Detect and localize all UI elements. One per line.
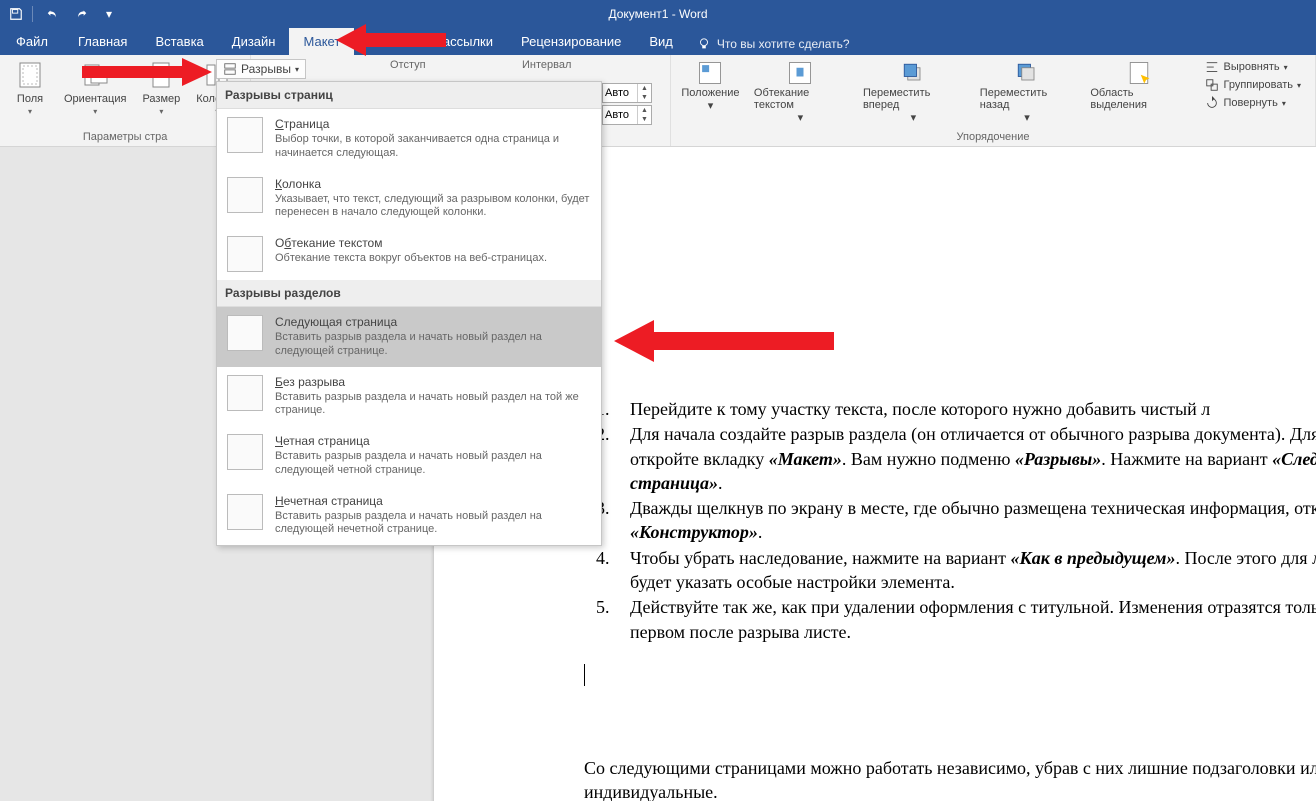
breaks-dropdown-menu: Разрывы страниц СтраницаВыбор точки, в к… [216, 81, 602, 546]
spin-down-icon[interactable]: ▼ [638, 93, 651, 102]
margins-icon [14, 59, 46, 91]
rotate-button[interactable]: Повернуть▾ [1201, 95, 1305, 111]
forward-icon [899, 59, 927, 87]
even-page-break-icon [227, 434, 263, 470]
rotate-icon [1205, 96, 1219, 110]
wrap-text-button[interactable]: Обтекание текстом▾ [748, 57, 853, 126]
indent-label: Отступ [390, 59, 426, 71]
menu-item-next-page[interactable]: Следующая страницаВставить разрыв раздел… [217, 307, 601, 367]
list-item: Перейдите к тому участку текста, после к… [614, 397, 1316, 421]
column-break-icon [227, 177, 263, 213]
align-button[interactable]: Выровнять▾ [1201, 59, 1305, 75]
spin-up-icon[interactable]: ▲ [638, 84, 651, 93]
tab-review[interactable]: Рецензирование [507, 28, 635, 55]
position-icon [696, 59, 724, 87]
undo-icon[interactable] [41, 2, 65, 26]
selection-pane-icon [1125, 59, 1153, 87]
menu-item-page[interactable]: СтраницаВыбор точки, в которой заканчива… [217, 109, 601, 169]
odd-page-break-icon [227, 494, 263, 530]
window-title: Документ1 - Word [608, 7, 707, 21]
menu-item-continuous[interactable]: Без разрываВставить разрыв раздела и нач… [217, 367, 601, 427]
menu-section-section-breaks: Разрывы разделов [217, 280, 601, 307]
annotation-arrow-top [336, 22, 446, 58]
paragraph: Со следующими страницами можно работать … [584, 756, 1316, 801]
title-bar: ▾ Документ1 - Word [0, 0, 1316, 28]
list-item: Действуйте так же, как при удалении офор… [614, 595, 1316, 644]
instruction-list: Перейдите к тому участку текста, после к… [584, 397, 1316, 644]
spin-down-icon[interactable]: ▼ [638, 115, 651, 124]
tell-me-search[interactable]: Что вы хотите сделать? [687, 33, 860, 55]
group-label-page-setup: Параметры стра [83, 131, 167, 146]
tab-file[interactable]: Файл [0, 28, 64, 55]
spacing-before-input[interactable]: ▲▼ [602, 83, 652, 103]
selection-pane-button[interactable]: Область выделения [1084, 57, 1193, 126]
tab-view[interactable]: Вид [635, 28, 687, 55]
spacing-after-input[interactable]: ▲▼ [602, 105, 652, 125]
document-canvas: Перейдите к тому участку текста, после к… [0, 147, 1316, 801]
align-icon [1205, 60, 1219, 74]
group-label-arrange: Упорядочение [957, 131, 1030, 146]
qa-customize-icon[interactable]: ▾ [97, 2, 121, 26]
group-icon [1205, 78, 1219, 92]
redo-icon[interactable] [69, 2, 93, 26]
menu-item-odd-page[interactable]: Нечетная страницаВставить разрыв раздела… [217, 486, 601, 546]
breaks-icon [223, 62, 237, 76]
menu-item-text-wrapping[interactable]: Обтекание текстомОбтекание текста вокруг… [217, 228, 601, 280]
menu-item-even-page[interactable]: Четная страницаВставить разрыв раздела и… [217, 426, 601, 486]
tab-design[interactable]: Дизайн [218, 28, 290, 55]
text-cursor [584, 664, 1316, 686]
spin-up-icon[interactable]: ▲ [638, 106, 651, 115]
bring-forward-button[interactable]: Переместить вперед▾ [857, 57, 970, 126]
bulb-icon [697, 37, 711, 51]
margins-button[interactable]: Поля▾ [6, 57, 54, 118]
tab-home[interactable]: Главная [64, 28, 141, 55]
annotation-arrow-left [82, 57, 212, 87]
save-icon[interactable] [4, 2, 28, 26]
continuous-break-icon [227, 375, 263, 411]
group-button[interactable]: Группировать▾ [1201, 77, 1305, 93]
breaks-button[interactable]: Разрывы ▾ [216, 59, 306, 79]
menu-section-page-breaks: Разрывы страниц [217, 82, 601, 109]
group-arrange: Положение▾ Обтекание текстом▾ Переместит… [670, 55, 1316, 146]
next-page-break-icon [227, 315, 263, 351]
ribbon-tabs: Файл Главная Вставка Дизайн Макет Ски Ра… [0, 28, 1316, 55]
spacing-label: Интервал [522, 59, 571, 71]
backward-icon [1013, 59, 1041, 87]
tell-me-text: Что вы хотите сделать? [717, 37, 850, 51]
page-break-icon [227, 117, 263, 153]
list-item: Для начала создайте разрыв раздела (он о… [614, 422, 1316, 495]
list-item: Дважды щелкнув по экрану в месте, где об… [614, 496, 1316, 545]
list-item: Чтобы убрать наследование, нажмите на ва… [614, 546, 1316, 595]
tab-insert[interactable]: Вставка [141, 28, 217, 55]
menu-item-column[interactable]: КолонкаУказывает, что текст, следующий з… [217, 169, 601, 229]
wrap-break-icon [227, 236, 263, 272]
annotation-arrow-menu [614, 318, 834, 364]
position-button[interactable]: Положение▾ [677, 57, 744, 126]
send-backward-button[interactable]: Переместить назад▾ [974, 57, 1081, 126]
wrap-icon [786, 59, 814, 87]
